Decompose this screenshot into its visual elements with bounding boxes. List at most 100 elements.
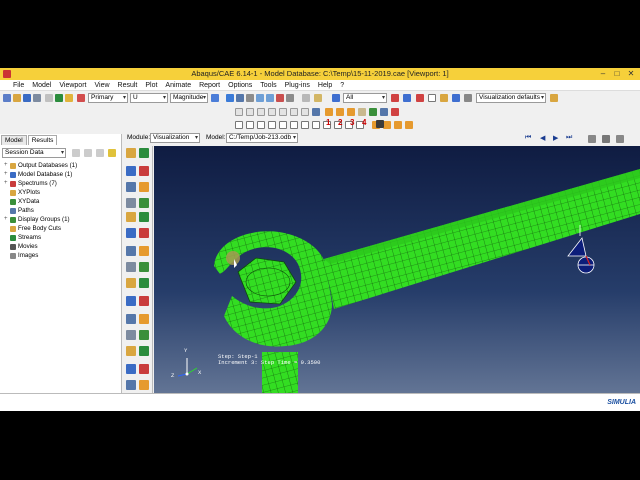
shaded-icon[interactable]	[452, 94, 460, 102]
minimize-button[interactable]: –	[596, 68, 610, 79]
toolbox-tool-icon[interactable]	[126, 380, 136, 390]
tab-results[interactable]: Results	[27, 135, 58, 145]
view-back-icon[interactable]	[257, 108, 265, 116]
menu-plug-ins[interactable]: Plug-ins	[281, 82, 314, 89]
pan-icon[interactable]	[226, 94, 234, 102]
session-data-select[interactable]: Session Data	[2, 148, 66, 158]
display-options-icon[interactable]	[358, 108, 366, 116]
menu-report[interactable]: Report	[195, 82, 224, 89]
toolbox-tool-icon[interactable]	[139, 212, 149, 222]
tree-node[interactable]: Images	[4, 251, 77, 260]
select-pointer-icon[interactable]	[403, 94, 411, 102]
menu-animate[interactable]: Animate	[161, 82, 195, 89]
color-code-icon[interactable]	[440, 94, 448, 102]
view-right-icon[interactable]	[279, 108, 287, 116]
last-frame-icon[interactable]: ⏭	[566, 134, 572, 142]
toolbox-tool-icon[interactable]	[139, 198, 149, 208]
toolbox-tool-icon[interactable]	[126, 346, 136, 356]
tree-node[interactable]: XYPlots	[4, 188, 77, 197]
toolbox-tool-icon[interactable]	[126, 198, 136, 208]
open-icon[interactable]	[13, 94, 21, 102]
menu-result[interactable]: Result	[114, 82, 142, 89]
toolbox-tool-icon[interactable]	[139, 296, 149, 306]
next-frame-icon[interactable]: ▶	[553, 134, 558, 142]
collapse-icon[interactable]	[96, 149, 104, 157]
cycle-views-icon[interactable]	[286, 94, 294, 102]
viewport[interactable]: Y Z X Step: Step-1 Increment 3: Step Tim…	[154, 146, 640, 411]
first-frame-icon[interactable]: ⏮	[525, 134, 531, 142]
rotate-icon[interactable]	[236, 94, 244, 102]
query-icon[interactable]	[45, 94, 53, 102]
variable-select[interactable]: U	[130, 93, 168, 103]
toolbox-tool-icon[interactable]	[126, 212, 136, 222]
layer-icon[interactable]	[314, 94, 322, 102]
tools-icon[interactable]	[380, 108, 388, 116]
toolbox-tool-icon[interactable]	[139, 330, 149, 340]
selection-filter-select[interactable]: All	[343, 93, 387, 103]
field-output-icon[interactable]	[55, 94, 63, 102]
save-icon[interactable]	[23, 94, 31, 102]
number-button-1[interactable]: 1	[326, 118, 330, 127]
render-style-icon[interactable]	[428, 94, 436, 102]
camera-icon[interactable]	[602, 135, 610, 143]
toolbox-tool-icon[interactable]	[139, 228, 149, 238]
image-icon[interactable]	[616, 135, 624, 143]
toolbox-tool-icon[interactable]	[139, 262, 149, 272]
tool-1-icon[interactable]	[235, 121, 243, 129]
plot-icon[interactable]	[77, 94, 85, 102]
toolbox-tool-icon[interactable]	[126, 182, 136, 192]
menu-view[interactable]: View	[90, 82, 113, 89]
toolbox-tool-icon[interactable]	[126, 278, 136, 288]
help-bulb-icon[interactable]	[108, 149, 116, 157]
orange-shape-icon[interactable]	[325, 108, 333, 116]
toolbox-tool-icon[interactable]	[126, 296, 136, 306]
menu-options[interactable]: Options	[224, 82, 256, 89]
toolbox-tool-icon[interactable]	[139, 314, 149, 324]
model-select[interactable]: C:/Temp/Job-213.odb	[226, 133, 298, 143]
expand-icon[interactable]	[84, 149, 92, 157]
auto-fit-icon[interactable]	[276, 94, 284, 102]
menu-model[interactable]: Model	[28, 82, 55, 89]
drag-shape-icon[interactable]	[416, 94, 424, 102]
orange-shape-2-icon[interactable]	[336, 108, 344, 116]
select-arrow-icon[interactable]	[332, 94, 340, 102]
previous-frame-icon[interactable]: ◀	[540, 134, 545, 142]
tree-node[interactable]: XYData	[4, 197, 77, 206]
number-button-3[interactable]: 3	[350, 118, 354, 127]
toolbox-tool-icon[interactable]	[126, 228, 136, 238]
lighting-icon[interactable]	[464, 94, 472, 102]
toolbox-tool-icon[interactable]	[126, 364, 136, 374]
render-shape-2-icon[interactable]	[383, 121, 391, 129]
maximize-button[interactable]: □	[610, 68, 624, 79]
view-top-icon[interactable]	[290, 108, 298, 116]
tree-node[interactable]: Free Body Cuts	[4, 224, 77, 233]
view-bottom-icon[interactable]	[301, 108, 309, 116]
toolbox-tool-icon[interactable]	[139, 364, 149, 374]
toolbox-tool-icon[interactable]	[139, 182, 149, 192]
toolbox-tool-icon[interactable]	[139, 278, 149, 288]
menu-whats-this[interactable]: ?	[336, 82, 348, 89]
invariant-select[interactable]: Magnitude	[170, 93, 208, 103]
module-select[interactable]: Visualization	[150, 133, 200, 143]
refresh-icon[interactable]	[211, 94, 219, 102]
toolbox-tool-icon[interactable]	[139, 166, 149, 176]
grid-icon[interactable]	[302, 94, 310, 102]
tool-5-icon[interactable]	[279, 121, 287, 129]
box-zoom-icon[interactable]	[266, 94, 274, 102]
print-icon[interactable]	[33, 94, 41, 102]
toolbox-tool-icon[interactable]	[126, 262, 136, 272]
render-shape-4-icon[interactable]	[405, 121, 413, 129]
tree-node[interactable]: + Model Database (1)	[4, 170, 77, 179]
close-button[interactable]: ✕	[624, 68, 638, 79]
new-icon[interactable]	[3, 94, 11, 102]
toolbox-tool-icon[interactable]	[139, 380, 149, 390]
mesh-icon[interactable]	[391, 108, 399, 116]
toolbox-tool-icon[interactable]	[139, 346, 149, 356]
tree-node[interactable]: + Spectrums (7)	[4, 179, 77, 188]
menu-viewport[interactable]: Viewport	[55, 82, 90, 89]
toolbox-tool-icon[interactable]	[126, 330, 136, 340]
overlay-icon[interactable]	[376, 120, 384, 128]
menu-file[interactable]: File	[0, 82, 28, 89]
filter-icon[interactable]	[72, 149, 80, 157]
toolbox-tool-icon[interactable]	[126, 166, 136, 176]
